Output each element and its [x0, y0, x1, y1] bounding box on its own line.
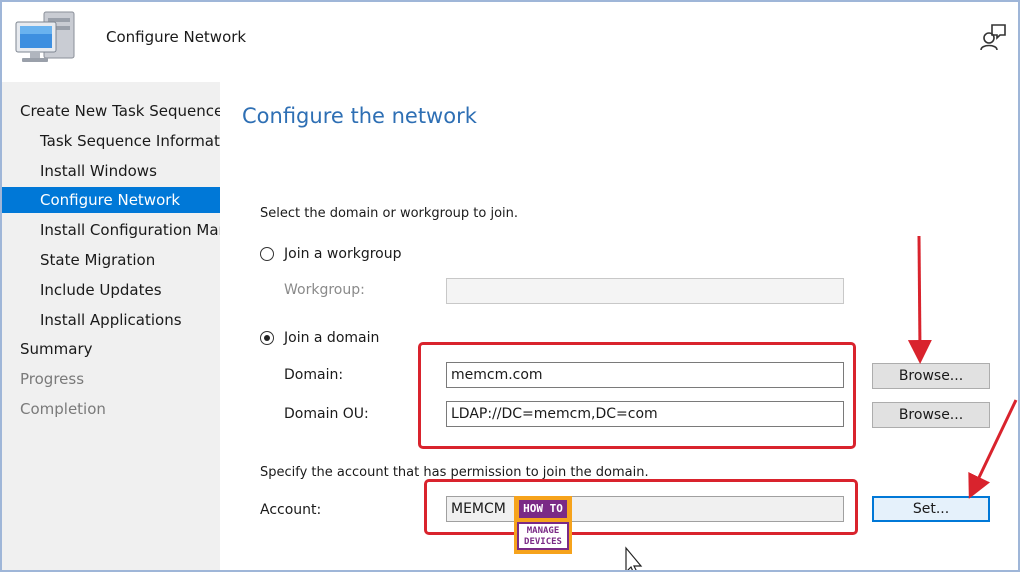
- how-to-manage-devices-logo: HOW TO MANAGE DEVICES: [514, 496, 572, 554]
- domain-label: Domain:: [284, 367, 344, 383]
- logo-line3: DEVICES: [524, 537, 562, 547]
- step-create-new-task-sequence[interactable]: Create New Task Sequence: [2, 98, 220, 124]
- join-domain-label: Join a domain: [284, 330, 380, 346]
- feedback-icon[interactable]: [978, 22, 1008, 52]
- domain-highlight-box: [418, 342, 856, 449]
- workgroup-input: [446, 278, 844, 304]
- join-domain-option[interactable]: Join a domain: [260, 328, 379, 348]
- step-install-windows[interactable]: Install Windows: [2, 158, 220, 184]
- step-state-migration[interactable]: State Migration: [2, 247, 220, 273]
- join-workgroup-option[interactable]: Join a workgroup: [260, 244, 401, 264]
- domain-browse-button[interactable]: Browse...: [872, 363, 990, 389]
- wizard-header: Configure Network: [2, 2, 1018, 80]
- join-workgroup-radio[interactable]: [260, 247, 274, 261]
- wizard-window: Configure Network Create New Task Sequen…: [0, 0, 1020, 572]
- step-include-updates[interactable]: Include Updates: [2, 277, 220, 303]
- domain-ou-label: Domain OU:: [284, 406, 369, 422]
- account-instruction: Specify the account that has permission …: [260, 465, 649, 480]
- account-highlight-box: [424, 479, 858, 535]
- step-install-applications[interactable]: Install Applications: [2, 307, 220, 333]
- logo-line1: HOW TO: [519, 500, 567, 518]
- step-install-configuration-manager[interactable]: Install Configuration Manager: [2, 217, 220, 243]
- join-domain-radio[interactable]: [260, 331, 274, 345]
- workgroup-label: Workgroup:: [284, 282, 365, 298]
- set-account-button[interactable]: Set...: [872, 496, 990, 522]
- step-configure-network[interactable]: Configure Network: [2, 187, 220, 213]
- join-workgroup-label: Join a workgroup: [284, 246, 402, 262]
- wizard-title: Configure Network: [106, 28, 247, 46]
- account-label: Account:: [260, 502, 322, 518]
- step-progress: Progress: [20, 370, 85, 388]
- step-completion: Completion: [20, 400, 106, 418]
- logo-bottom-block: MANAGE DEVICES: [517, 522, 569, 550]
- page-title: Configure the network: [242, 104, 477, 128]
- computer-icon: [15, 11, 75, 62]
- logo-line2: MANAGE: [526, 526, 560, 536]
- join-instruction: Select the domain or workgroup to join.: [260, 206, 519, 221]
- step-task-sequence-information[interactable]: Task Sequence Information: [2, 128, 220, 154]
- domain-ou-browse-button[interactable]: Browse...: [872, 402, 990, 428]
- wizard-steps-sidebar: Create New Task Sequence Task Sequence I…: [2, 82, 220, 570]
- step-summary[interactable]: Summary: [2, 336, 220, 362]
